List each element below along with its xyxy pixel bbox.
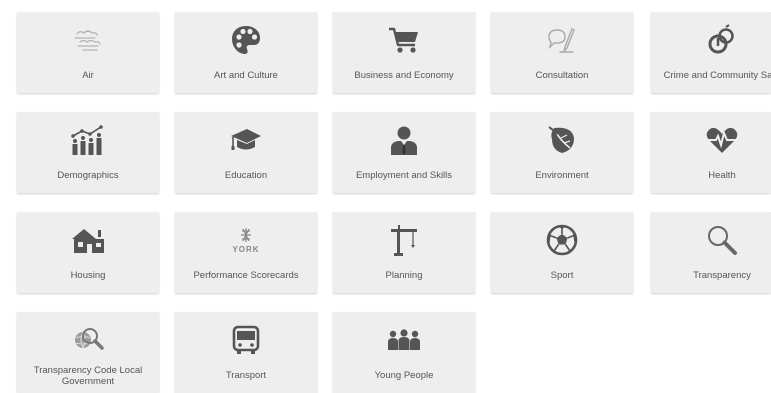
tile-label: Consultation (535, 70, 589, 81)
york-logo-icon: YORK (175, 222, 317, 258)
tile-transport[interactable]: Transport (175, 312, 317, 393)
tile-label: Health (708, 170, 736, 181)
tile-label: Air (82, 70, 94, 81)
crane-icon (333, 222, 475, 258)
house-icon (17, 222, 159, 258)
tile-sport[interactable]: Sport (491, 212, 633, 293)
tile-label: Sport (550, 270, 574, 281)
tile-label: Transparency Code Local Government (33, 365, 143, 387)
tile-label: Education (224, 170, 268, 181)
tile-planning[interactable]: Planning (333, 212, 475, 293)
tile-label: Transparency (693, 270, 751, 281)
football-icon (491, 222, 633, 258)
tile-demographics[interactable]: Demographics (17, 112, 159, 193)
tile-business-and-economy[interactable]: Business and Economy (333, 12, 475, 93)
tile-consultation[interactable]: Consultation (491, 12, 633, 93)
tile-label: Environment (535, 170, 589, 181)
people-bar-chart-icon (17, 122, 159, 158)
tile-environment[interactable]: Environment (491, 112, 633, 193)
businessman-icon (333, 122, 475, 158)
tile-housing[interactable]: Housing (17, 212, 159, 293)
tile-label: Demographics (57, 170, 119, 181)
tile-label: Business and Economy (354, 70, 454, 81)
tile-education[interactable]: Education (175, 112, 317, 193)
tile-transparency-code-local-government[interactable]: Transparency Code Local Government (17, 312, 159, 393)
tile-performance-scorecards[interactable]: YORK Performance Scorecards (175, 212, 317, 293)
tile-label: Crime and Community Safe (663, 70, 771, 81)
tile-label: Art and Culture (214, 70, 278, 81)
clouds-icon (17, 22, 159, 58)
handcuffs-icon (651, 22, 771, 58)
palette-icon (175, 22, 317, 58)
tile-employment-and-skills[interactable]: Employment and Skills (333, 112, 475, 193)
globe-magnifier-icon (17, 322, 159, 358)
tile-young-people[interactable]: Young People (333, 312, 475, 393)
tile-label: Housing (70, 270, 106, 281)
tile-label: Performance Scorecards (193, 270, 299, 281)
graduation-cap-icon (175, 122, 317, 158)
tile-transparency[interactable]: Transparency (651, 212, 771, 293)
tile-label: Transport (225, 370, 267, 381)
tile-label: Young People (374, 370, 434, 381)
heart-pulse-icon (651, 122, 771, 158)
tile-label: Employment and Skills (355, 170, 453, 181)
shopping-cart-icon (333, 22, 475, 58)
tile-crime-and-community-safety[interactable]: Crime and Community Safe (651, 12, 771, 93)
magnifier-icon (651, 222, 771, 258)
speech-bubble-pen-icon (491, 22, 633, 58)
bus-icon (175, 322, 317, 358)
tile-air[interactable]: Air (17, 12, 159, 93)
tile-health[interactable]: Health (651, 112, 771, 193)
group-icon (333, 322, 475, 358)
york-logo-text: YORK (232, 244, 260, 254)
tile-art-and-culture[interactable]: Art and Culture (175, 12, 317, 93)
leaf-icon (491, 122, 633, 158)
tile-label: Planning (385, 270, 423, 281)
